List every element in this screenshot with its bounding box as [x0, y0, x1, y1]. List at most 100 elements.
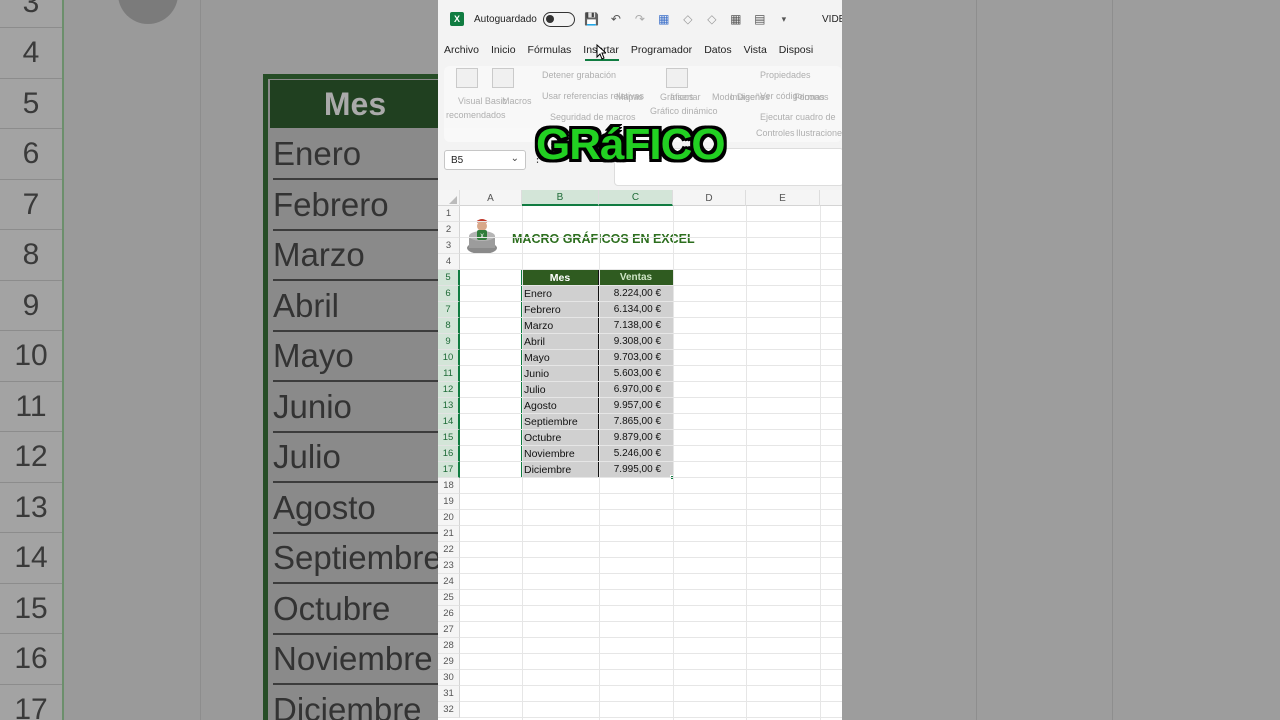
- sales-cell[interactable]: 5.603,00 €: [599, 366, 673, 382]
- properties-button[interactable]: Propiedades: [760, 70, 811, 80]
- sales-cell[interactable]: 9.703,00 €: [599, 350, 673, 366]
- tab-datos[interactable]: Datos: [698, 44, 737, 56]
- row-header-27[interactable]: 27: [438, 622, 460, 638]
- row-header-32[interactable]: 32: [438, 702, 460, 718]
- row-header-2[interactable]: 2: [438, 222, 460, 238]
- sales-cell[interactable]: 9.957,00 €: [599, 398, 673, 414]
- column-header-b[interactable]: B: [522, 190, 599, 206]
- row-header-11[interactable]: 11: [438, 366, 460, 382]
- tab-programador[interactable]: Programador: [625, 44, 698, 56]
- macros-icon[interactable]: [492, 68, 514, 88]
- table-icon[interactable]: ▦: [729, 12, 743, 26]
- tab-fórmulas[interactable]: Fórmulas: [522, 44, 578, 56]
- row-header-20[interactable]: 20: [438, 510, 460, 526]
- redo-icon[interactable]: ↷: [633, 12, 647, 26]
- undo-icon[interactable]: ↶: [609, 12, 623, 26]
- row-header-19[interactable]: 19: [438, 494, 460, 510]
- row-header-1[interactable]: 1: [438, 206, 460, 222]
- column-header-a[interactable]: A: [460, 190, 522, 206]
- shape2-icon[interactable]: ◇: [705, 12, 719, 26]
- row-header-9[interactable]: 9: [438, 334, 460, 350]
- column-header-e[interactable]: E: [746, 190, 820, 206]
- select-all-corner[interactable]: [438, 190, 460, 206]
- month-cell[interactable]: Noviembre: [522, 446, 599, 462]
- row-header-5[interactable]: 5: [438, 270, 460, 286]
- maps-button[interactable]: Mapas: [616, 92, 643, 102]
- sales-cell[interactable]: 6.970,00 €: [599, 382, 673, 398]
- month-cell[interactable]: Octubre: [522, 430, 599, 446]
- sales-cell[interactable]: 6.134,00 €: [599, 302, 673, 318]
- month-cell[interactable]: Mayo: [522, 350, 599, 366]
- column-header-d[interactable]: D: [673, 190, 746, 206]
- tab-inicio[interactable]: Inicio: [485, 44, 522, 56]
- row-header-28[interactable]: 28: [438, 638, 460, 654]
- row-header-22[interactable]: 22: [438, 542, 460, 558]
- macros-button[interactable]: Macros: [502, 96, 532, 106]
- row-header-18[interactable]: 18: [438, 478, 460, 494]
- month-cell[interactable]: Agosto: [522, 398, 599, 414]
- row-header-17[interactable]: 17: [438, 462, 460, 478]
- header-mes[interactable]: Mes: [522, 270, 599, 286]
- row-header-7[interactable]: 7: [438, 302, 460, 318]
- macro-icon[interactable]: ▦: [657, 12, 671, 26]
- tab-disposi[interactable]: Disposi: [773, 44, 819, 56]
- month-cell[interactable]: Julio: [522, 382, 599, 398]
- layout-icon[interactable]: ▤: [753, 12, 767, 26]
- row-header-23[interactable]: 23: [438, 558, 460, 574]
- header-ventas[interactable]: Ventas: [599, 270, 673, 286]
- row-header-29[interactable]: 29: [438, 654, 460, 670]
- row-gridline: [460, 637, 842, 638]
- row-header-10[interactable]: 10: [438, 350, 460, 366]
- row-header-12[interactable]: 12: [438, 382, 460, 398]
- month-cell[interactable]: Septiembre: [522, 414, 599, 430]
- shape-icon[interactable]: ◇: [681, 12, 695, 26]
- worksheet-grid[interactable]: X MACRO GRÁFICOS EN EXCEL MesVentasEnero…: [438, 206, 842, 720]
- month-cell[interactable]: Enero: [522, 286, 599, 302]
- row-header-25[interactable]: 25: [438, 590, 460, 606]
- month-cell[interactable]: Junio: [522, 366, 599, 382]
- run-dialog-button[interactable]: Ejecutar cuadro de: [760, 112, 836, 122]
- month-cell[interactable]: Abril: [522, 334, 599, 350]
- month-cell[interactable]: Marzo: [522, 318, 599, 334]
- row-header-13[interactable]: 13: [438, 398, 460, 414]
- sales-cell[interactable]: 7.865,00 €: [599, 414, 673, 430]
- row-header-31[interactable]: 31: [438, 686, 460, 702]
- row-header-14[interactable]: 14: [438, 414, 460, 430]
- sales-cell[interactable]: 7.995,00 €: [599, 462, 673, 478]
- sales-cell[interactable]: 9.879,00 €: [599, 430, 673, 446]
- background-row-number: 15: [0, 584, 62, 634]
- row-header-4[interactable]: 4: [438, 254, 460, 270]
- row-header-26[interactable]: 26: [438, 606, 460, 622]
- save-icon[interactable]: 💾: [584, 12, 599, 26]
- row-header-30[interactable]: 30: [438, 670, 460, 686]
- sales-cell[interactable]: 8.224,00 €: [599, 286, 673, 302]
- insert-control-button[interactable]: Insertar: [670, 92, 701, 102]
- row-header-16[interactable]: 16: [438, 446, 460, 462]
- autosave-toggle[interactable]: [542, 11, 575, 27]
- row-header-3[interactable]: 3: [438, 238, 460, 254]
- row-gridline: [460, 477, 842, 478]
- name-box[interactable]: B5 ⌄: [444, 150, 526, 170]
- chevron-down-icon[interactable]: ⌄: [511, 153, 519, 164]
- visual-basic-icon[interactable]: [456, 68, 478, 88]
- pivot-chart-icon[interactable]: [666, 68, 688, 88]
- tab-vista[interactable]: Vista: [738, 44, 773, 56]
- name-box-value: B5: [451, 154, 464, 166]
- sales-cell[interactable]: 7.138,00 €: [599, 318, 673, 334]
- row-header-24[interactable]: 24: [438, 574, 460, 590]
- visual-basic-button[interactable]: Visual Basic: [458, 96, 507, 106]
- row-header-15[interactable]: 15: [438, 430, 460, 446]
- tab-archivo[interactable]: Archivo: [438, 44, 485, 56]
- column-header-c[interactable]: C: [599, 190, 673, 206]
- more-icon[interactable]: ▾: [777, 12, 791, 26]
- row-header-6[interactable]: 6: [438, 286, 460, 302]
- sales-cell[interactable]: 5.246,00 €: [599, 446, 673, 462]
- pivot-chart-button[interactable]: Gráfico dinámico: [650, 106, 718, 116]
- month-cell[interactable]: Diciembre: [522, 462, 599, 478]
- sales-cell[interactable]: 9.308,00 €: [599, 334, 673, 350]
- row-header-8[interactable]: 8: [438, 318, 460, 334]
- stop-recording-button[interactable]: Detener grabación: [542, 70, 616, 80]
- month-cell[interactable]: Febrero: [522, 302, 599, 318]
- row-header-21[interactable]: 21: [438, 526, 460, 542]
- icons-button[interactable]: Iconos: [802, 92, 829, 102]
